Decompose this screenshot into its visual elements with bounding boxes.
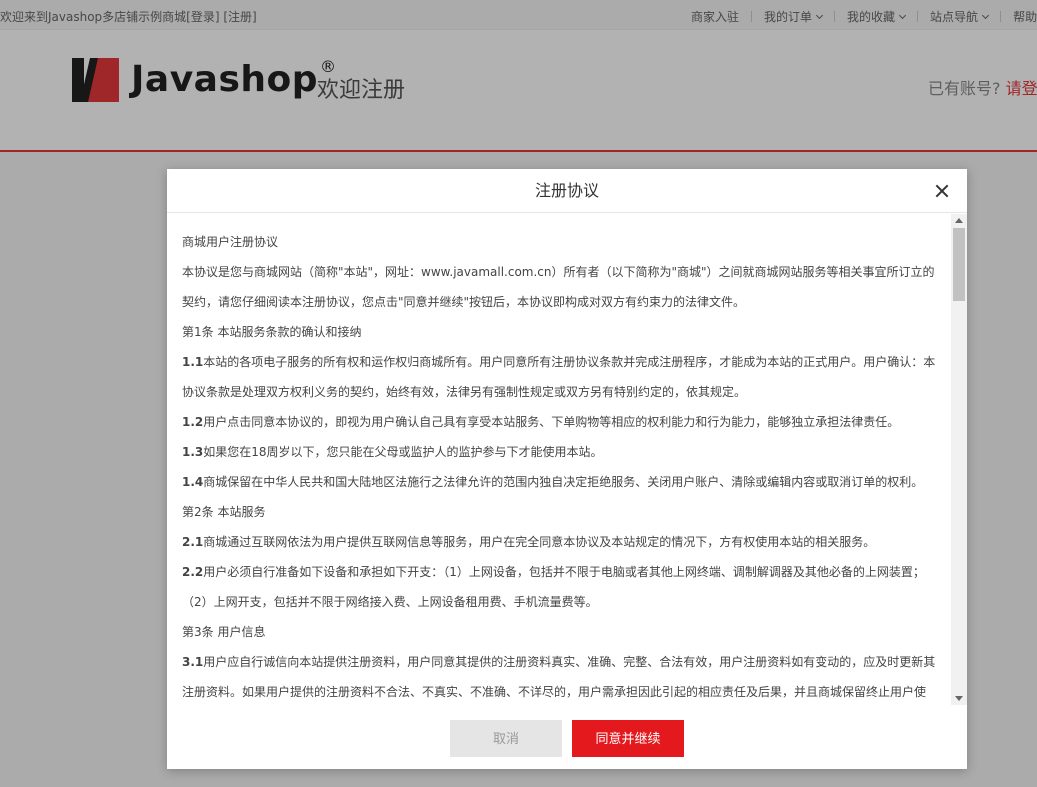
- close-icon[interactable]: [933, 182, 951, 200]
- clause-number: 2.2: [182, 565, 204, 579]
- agreement-paragraph: 1.3如果您在18周岁以下，您只能在父母或监护人的监护参与下才能使用本站。: [182, 437, 937, 467]
- agreement-paragraph: 1.1本站的各项电子服务的所有权和运作权归商城所有。用户同意所有注册协议条款并完…: [182, 347, 937, 407]
- paragraph-text: 商城通过互联网依法为用户提供互联网信息等服务，用户在完全同意本协议及本站规定的情…: [203, 535, 876, 549]
- clause-number: 3.1: [182, 655, 204, 669]
- paragraph-text: 如果您在18周岁以下，您只能在父母或监护人的监护参与下才能使用本站。: [203, 445, 603, 459]
- agree-continue-button[interactable]: 同意并继续: [572, 720, 684, 757]
- agreement-paragraph: 2.1商城通过互联网依法为用户提供互联网信息等服务，用户在完全同意本协议及本站规…: [182, 527, 937, 557]
- agreement-paragraph: 第3条 用户信息: [182, 617, 937, 647]
- paragraph-text: 本站的各项电子服务的所有权和运作权归商城所有。用户同意所有注册协议条款并完成注册…: [182, 355, 936, 399]
- paragraph-text: 用户应自行诚信向本站提供注册资料，用户同意其提供的注册资料真实、准确、完整、合法…: [182, 655, 936, 699]
- paragraph-text: 本协议是您与商城网站（简称"本站"，网址：www.javamall.com.cn…: [182, 265, 935, 309]
- clause-number: 1.4: [182, 475, 204, 489]
- agreement-content[interactable]: 商城用户注册协议本协议是您与商城网站（简称"本站"，网址：www.javamal…: [167, 214, 951, 705]
- paragraph-text: 商城保留在中华人民共和国大陆地区法施行之法律允许的范围内独自决定拒绝服务、关闭用…: [203, 475, 924, 489]
- scrollbar-thumb[interactable]: [953, 228, 965, 301]
- paragraph-text: 第1条 本站服务条款的确认和接纳: [182, 325, 362, 339]
- paragraph-text: 用户必须自行准备如下设备和承担如下开支：（1）上网设备，包括并不限于电脑或者其他…: [182, 565, 925, 609]
- scrollbar[interactable]: [951, 214, 967, 705]
- agreement-paragraph: 商城用户注册协议: [182, 227, 937, 257]
- registration-agreement-dialog: 注册协议 商城用户注册协议本协议是您与商城网站（简称"本站"，网址：www.ja…: [167, 169, 967, 769]
- agreement-paragraph: 本协议是您与商城网站（简称"本站"，网址：www.javamall.com.cn…: [182, 257, 937, 317]
- agreement-paragraph: 1.2用户点击同意本协议的，即视为用户确认自己具有享受本站服务、下单购物等相应的…: [182, 407, 937, 437]
- cancel-button[interactable]: 取消: [450, 720, 562, 757]
- clause-number: 2.1: [182, 535, 204, 549]
- paragraph-text: 第3条 用户信息: [182, 625, 266, 639]
- dialog-footer: 取消 同意并继续: [167, 705, 967, 769]
- agreement-paragraph: 第2条 本站服务: [182, 497, 937, 527]
- clause-number: 1.2: [182, 415, 204, 429]
- scroll-down-arrow-icon[interactable]: [955, 696, 963, 701]
- agreement-paragraph: 2.2用户必须自行准备如下设备和承担如下开支：（1）上网设备，包括并不限于电脑或…: [182, 557, 937, 617]
- agreement-paragraph: 3.1用户应自行诚信向本站提供注册资料，用户同意其提供的注册资料真实、准确、完整…: [182, 647, 937, 705]
- clause-number: 1.1: [182, 355, 204, 369]
- clause-number: 1.3: [182, 445, 204, 459]
- dialog-title: 注册协议: [167, 169, 967, 213]
- scroll-up-arrow-icon[interactable]: [955, 218, 963, 223]
- paragraph-text: 第2条 本站服务: [182, 505, 266, 519]
- agreement-paragraph: 第1条 本站服务条款的确认和接纳: [182, 317, 937, 347]
- paragraph-text: 商城用户注册协议: [182, 235, 279, 249]
- agreement-paragraph: 1.4商城保留在中华人民共和国大陆地区法施行之法律允许的范围内独自决定拒绝服务、…: [182, 467, 937, 497]
- paragraph-text: 用户点击同意本协议的，即视为用户确认自己具有享受本站服务、下单购物等相应的权利能…: [203, 415, 900, 429]
